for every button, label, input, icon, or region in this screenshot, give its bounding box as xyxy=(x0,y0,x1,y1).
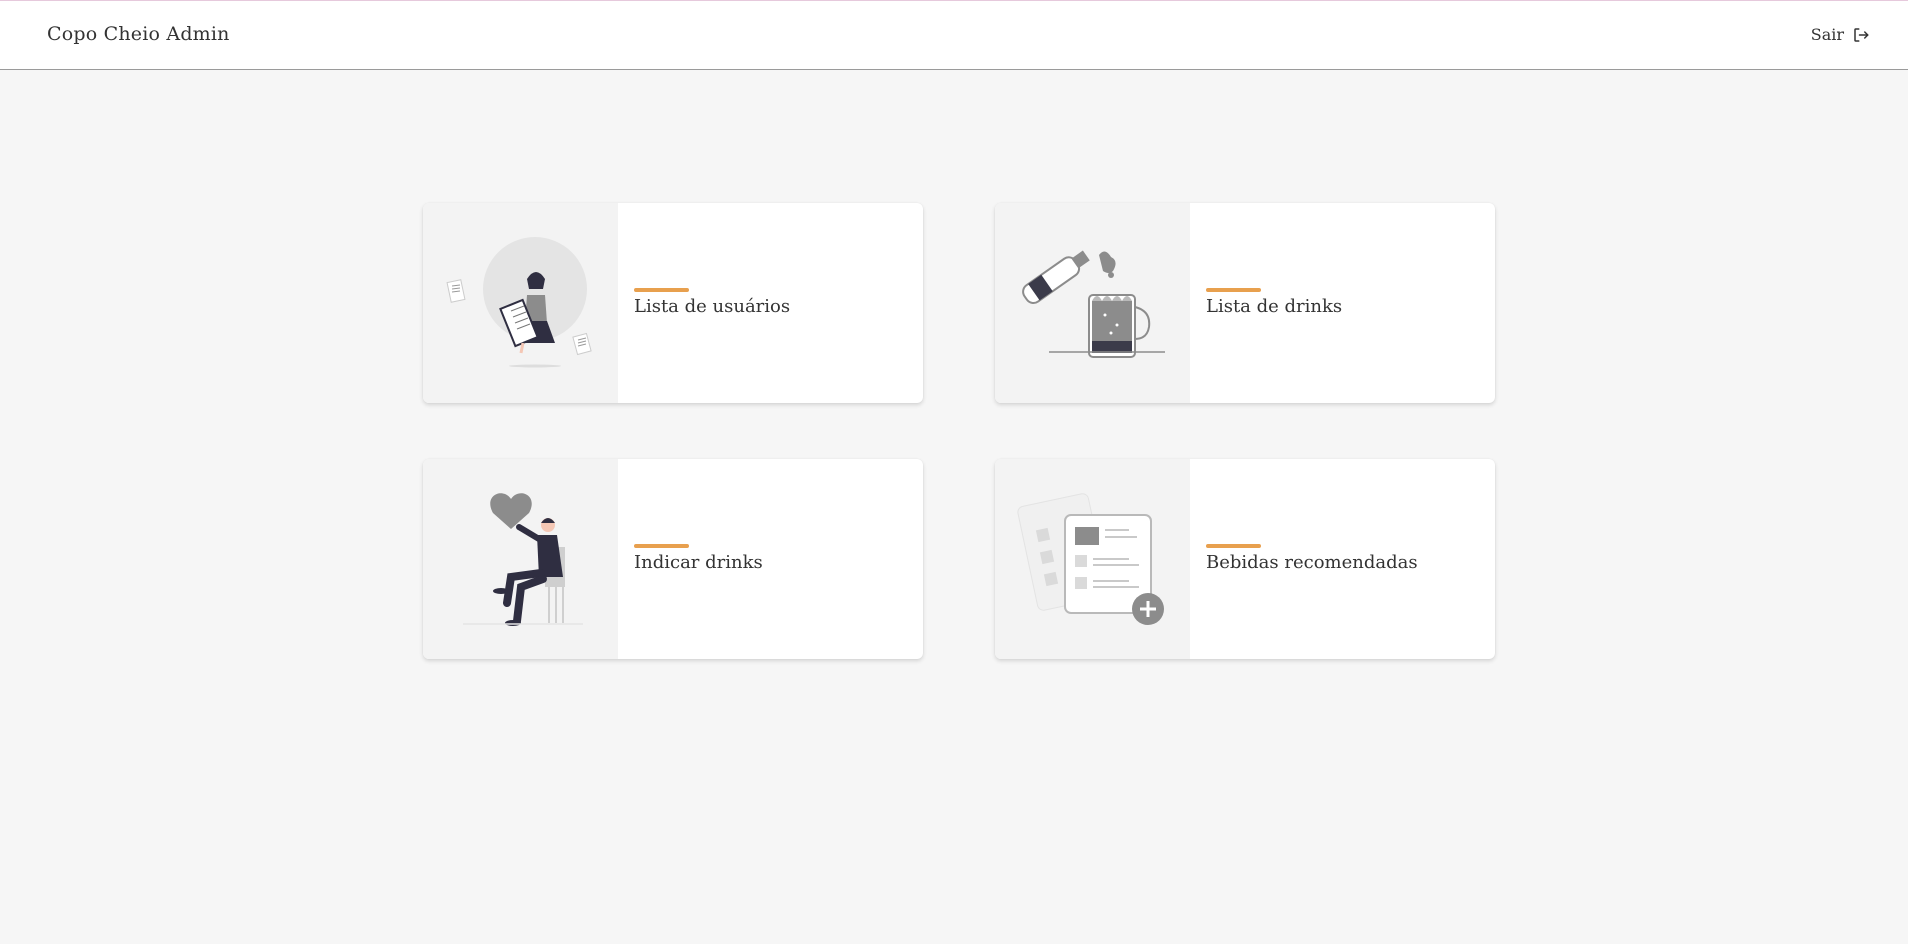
woman-with-document-illustration xyxy=(423,203,618,403)
card-title: Lista de drinks xyxy=(1206,296,1343,317)
card-title: Lista de usuários xyxy=(634,296,791,317)
beer-pouring-illustration xyxy=(995,203,1190,403)
logout-button[interactable]: Sair xyxy=(1811,25,1870,44)
card-accent-bar xyxy=(634,288,689,292)
card-users-list[interactable]: Lista de usuários xyxy=(423,203,923,403)
logout-label: Sair xyxy=(1810,25,1844,44)
brand-title[interactable]: Copo Cheio Admin xyxy=(47,23,230,45)
card-accent-bar xyxy=(1206,288,1261,292)
card-drinks-list[interactable]: Lista de drinks xyxy=(995,203,1495,403)
card-suggest-drinks[interactable]: Indicar drinks xyxy=(423,459,923,659)
logout-icon xyxy=(1852,26,1870,44)
card-accent-bar xyxy=(634,544,689,548)
top-navbar: Copo Cheio Admin Sair xyxy=(0,0,1908,70)
man-with-heart-illustration xyxy=(423,459,618,659)
card-title: Indicar drinks xyxy=(634,552,763,573)
card-accent-bar xyxy=(1206,544,1261,548)
card-recommended-drinks[interactable]: Bebidas recomendadas xyxy=(995,459,1495,659)
card-title: Bebidas recomendadas xyxy=(1206,552,1418,573)
add-document-illustration xyxy=(995,459,1190,659)
